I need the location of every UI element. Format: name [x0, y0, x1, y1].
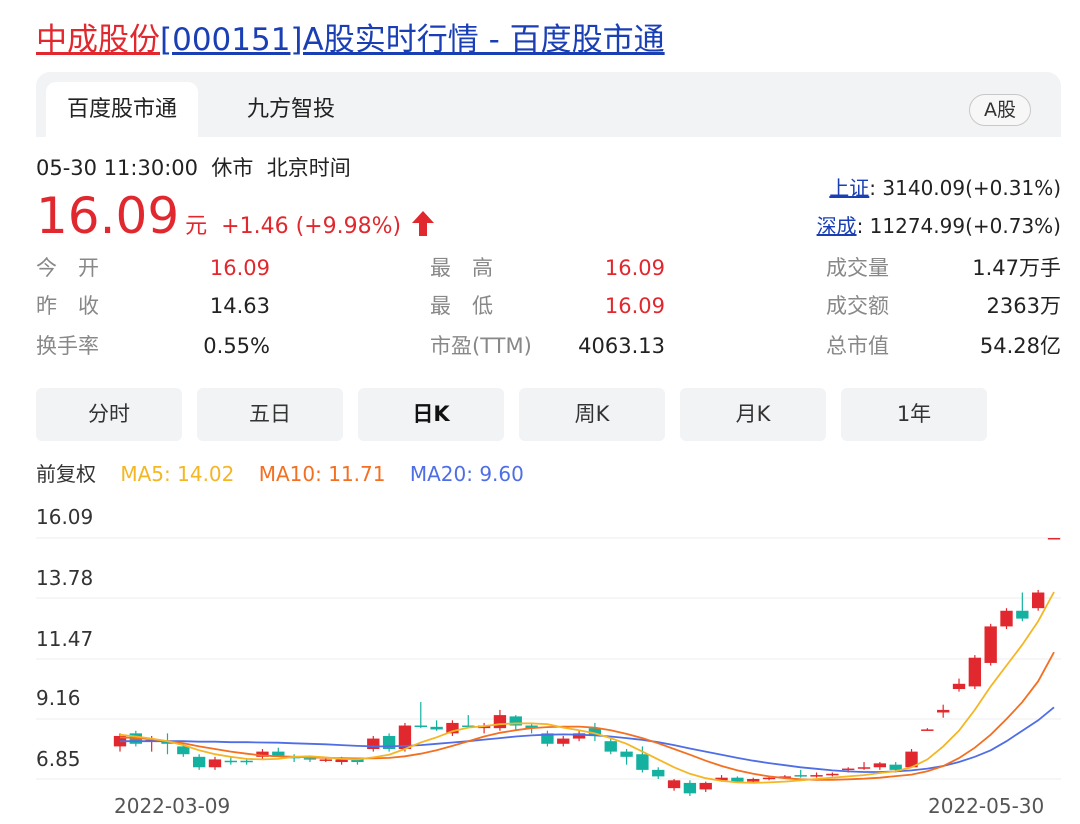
candle-body — [414, 725, 427, 728]
candle-body — [367, 738, 380, 750]
candle — [1016, 592, 1029, 622]
candle-body — [794, 775, 807, 777]
candle — [1031, 589, 1045, 611]
candle-body — [557, 738, 570, 744]
candle — [572, 730, 586, 742]
candle — [937, 704, 950, 718]
candle-body — [620, 751, 633, 757]
candle-body — [272, 751, 285, 756]
candle-body — [683, 782, 697, 794]
candle-body — [1047, 538, 1061, 540]
candle-body — [810, 775, 823, 777]
candle — [493, 709, 507, 731]
candle — [414, 702, 427, 729]
candle-body — [652, 769, 665, 777]
candle-body — [208, 759, 222, 768]
candle-body — [224, 760, 237, 763]
candle — [857, 762, 871, 770]
candle — [968, 655, 982, 690]
candle — [810, 772, 823, 778]
candle — [620, 749, 633, 765]
candle-body — [177, 746, 190, 755]
candle — [652, 767, 665, 779]
candle-body — [952, 683, 966, 690]
candle — [477, 722, 491, 734]
candle-body — [762, 777, 776, 780]
candle — [604, 738, 617, 755]
candle-body — [1000, 610, 1013, 627]
candle-body — [842, 768, 855, 771]
candle — [873, 762, 887, 770]
candle-body — [430, 726, 443, 730]
kline-chart[interactable] — [0, 0, 1080, 824]
candle — [984, 623, 997, 666]
candle — [667, 779, 681, 791]
candle — [699, 781, 712, 793]
candle — [826, 772, 839, 777]
candle-body — [937, 709, 950, 713]
candle — [794, 769, 807, 778]
candle — [208, 756, 222, 770]
candle-body — [731, 777, 744, 782]
candle-body — [636, 754, 649, 770]
candle — [541, 730, 554, 747]
candle — [1047, 538, 1061, 540]
candle — [192, 754, 206, 770]
candle-body — [984, 626, 997, 663]
candle — [1000, 608, 1013, 630]
candle — [161, 733, 174, 755]
candle-body — [667, 780, 681, 789]
candle — [952, 678, 966, 692]
candle-body — [1031, 592, 1045, 609]
candle-body — [889, 764, 902, 770]
candle-body — [857, 767, 871, 769]
candle-body — [699, 782, 712, 790]
candle — [921, 728, 934, 731]
candle-body — [192, 756, 206, 768]
candle-body — [968, 657, 982, 687]
candle — [557, 735, 570, 747]
candle — [382, 733, 396, 752]
candle-body — [493, 715, 507, 729]
candle-body — [604, 741, 617, 752]
candle-body — [921, 729, 934, 731]
candle-body — [319, 759, 332, 761]
candle-body — [1016, 610, 1029, 619]
candle-body — [826, 773, 839, 776]
candle-body — [873, 763, 887, 768]
candle — [462, 715, 475, 729]
candle — [430, 720, 443, 731]
candle-body — [240, 760, 253, 763]
candle — [367, 735, 380, 752]
candle — [683, 780, 697, 796]
candle-body — [747, 779, 760, 782]
